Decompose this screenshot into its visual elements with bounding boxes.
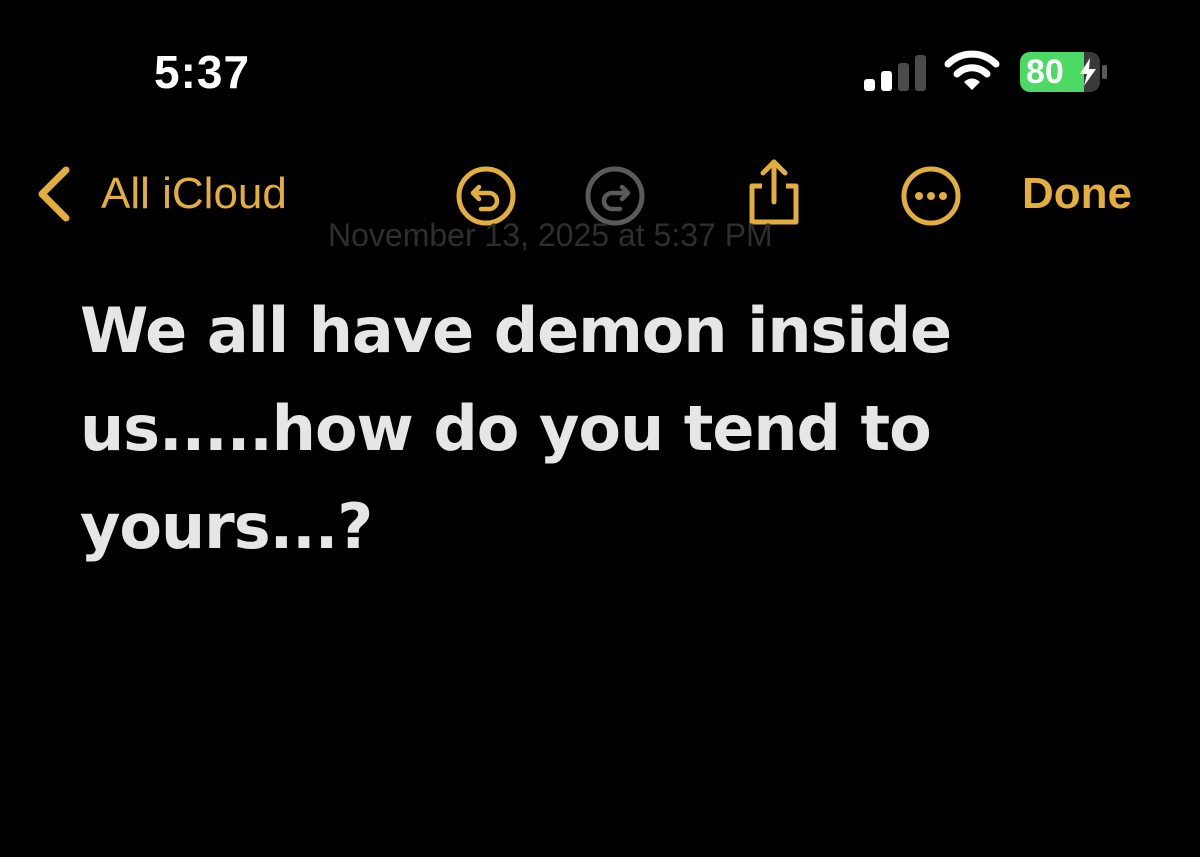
cellular-signal-icon — [864, 55, 926, 91]
note-body-text[interactable]: We all have demon inside us.....how do y… — [80, 282, 1080, 576]
battery-percent: 80 — [1026, 53, 1064, 91]
back-button[interactable]: All iCloud — [101, 168, 287, 220]
note-date: November 13, 2025 at 5:37 PM — [328, 217, 773, 253]
chevron-left-icon[interactable] — [34, 166, 74, 222]
more-icon[interactable] — [900, 165, 962, 227]
status-time: 5:37 — [154, 46, 251, 98]
wifi-icon — [944, 50, 1000, 90]
notes-screen: 5:37 80 All iCloud Done November 13, 202… — [0, 0, 1200, 857]
done-button[interactable]: Done — [1022, 168, 1132, 220]
